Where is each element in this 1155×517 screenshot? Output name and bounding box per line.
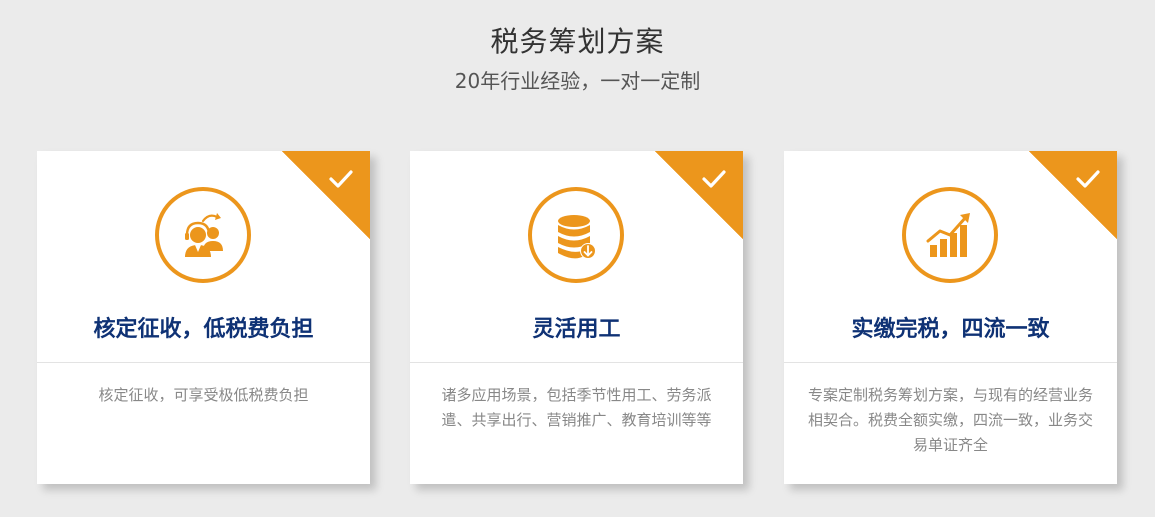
card-divider xyxy=(410,362,743,363)
check-corner-badge xyxy=(282,151,370,239)
feature-card-approved-levy[interactable]: 核定征收，低税费负担 核定征收，可享受极低税费负担 xyxy=(37,151,370,484)
section-header: 税务筹划方案 20年行业经验，一对一定制 xyxy=(0,22,1155,96)
check-corner-badge xyxy=(655,151,743,239)
card-description: 诸多应用场景，包括季节性用工、劳务派遣、共享出行、营销推广、教育培训等等 xyxy=(441,386,712,429)
card-divider xyxy=(784,362,1117,363)
feature-card-flexible-employment[interactable]: 灵活用工 诸多应用场景，包括季节性用工、劳务派遣、共享出行、营销推广、教育培训等… xyxy=(410,151,743,484)
card-description: 核定征收，可享受极低税费负担 xyxy=(98,386,309,404)
checkmark-icon xyxy=(702,170,726,188)
checkmark-icon xyxy=(1076,170,1100,188)
section-title: 税务筹划方案 xyxy=(490,25,665,58)
card-title: 灵活用工 xyxy=(532,317,621,342)
growth-chart-icon xyxy=(902,187,998,283)
card-title: 核定征收，低税费负担 xyxy=(93,317,314,342)
feature-card-full-tax-payment[interactable]: 实缴完税，四流一致 专案定制税务筹划方案，与现有的经营业务相契合。税费全额实缴，… xyxy=(784,151,1117,484)
section-subtitle: 20年行业经验，一对一定制 xyxy=(454,69,701,93)
card-divider xyxy=(37,362,370,363)
card-title: 实缴完税，四流一致 xyxy=(851,317,1050,342)
customer-service-icon xyxy=(155,187,251,283)
checkmark-icon xyxy=(329,170,353,188)
card-description: 专案定制税务筹划方案，与现有的经营业务相契合。税费全额实缴，四流一致，业务交易单… xyxy=(807,386,1093,454)
database-icon xyxy=(528,187,624,283)
check-corner-badge xyxy=(1029,151,1117,239)
